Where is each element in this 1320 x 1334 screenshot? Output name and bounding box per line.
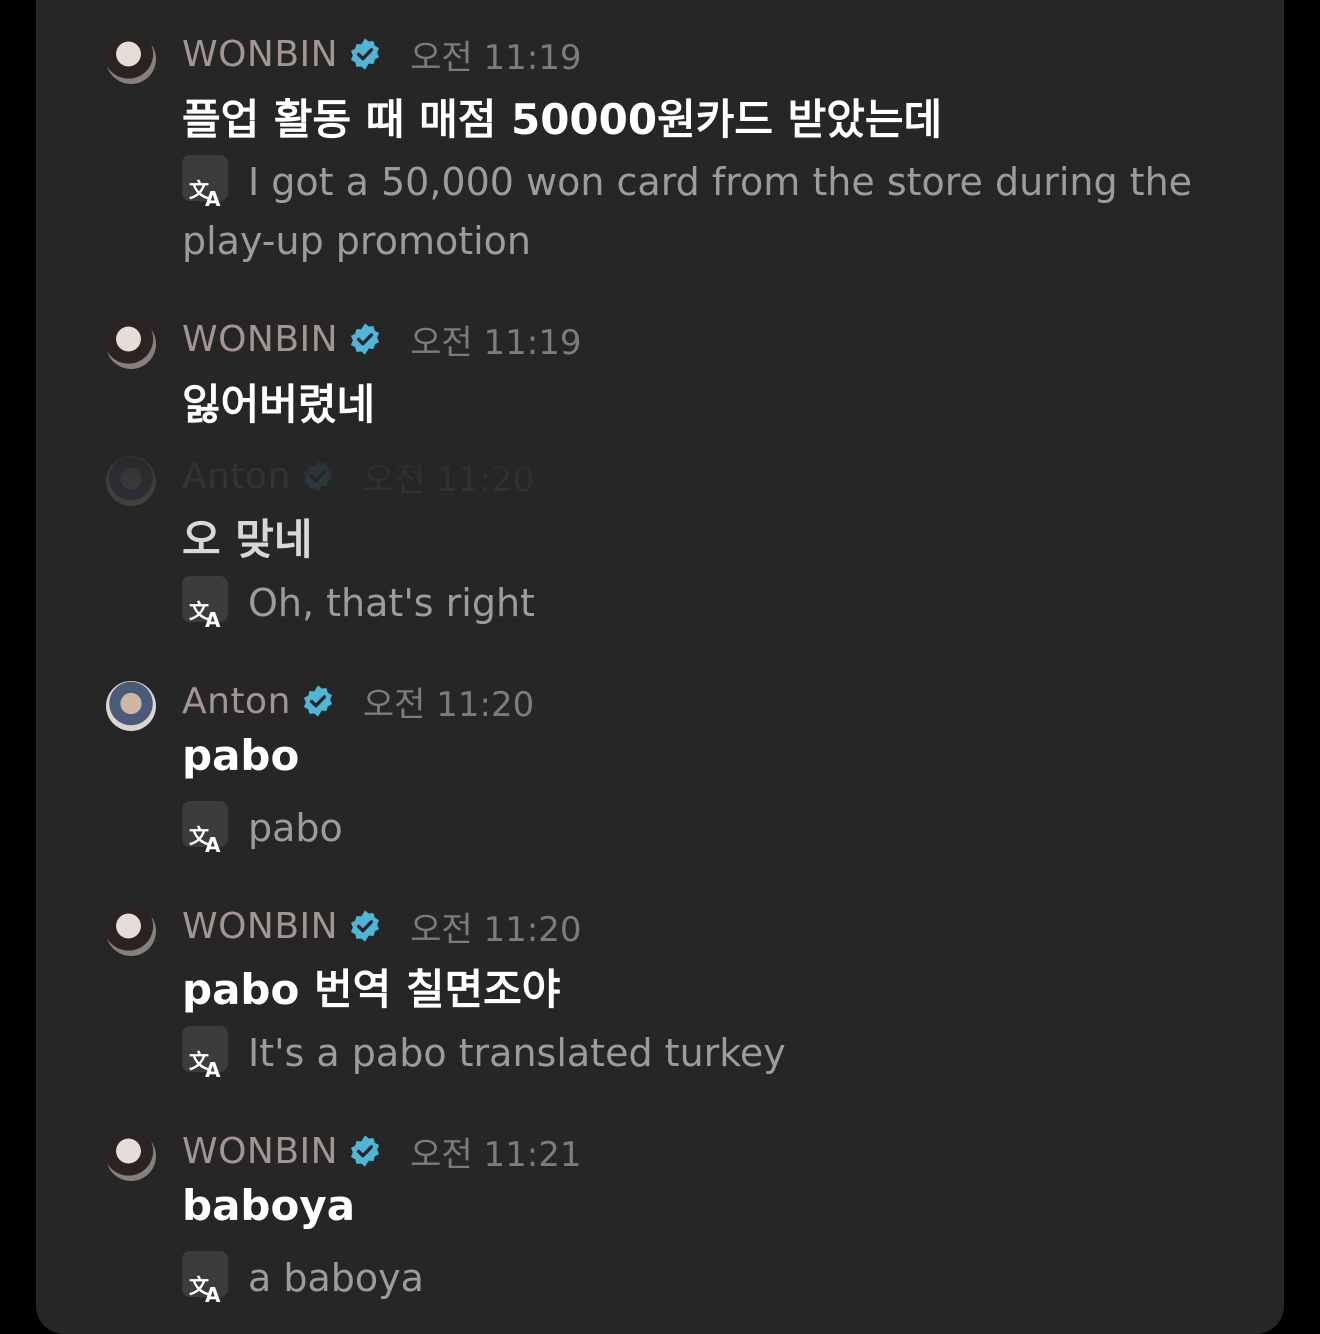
timestamp: 오전 11:19 (410, 322, 582, 363)
avatar[interactable] (106, 34, 156, 84)
message-header: Anton 오전 11:20 (182, 454, 535, 500)
message-text: pabo 번역 칠면조야 (182, 965, 561, 1014)
timestamp: 오전 11:20 (362, 459, 535, 500)
verified-badge-icon (303, 685, 332, 717)
message-text: 오 맞네 (182, 515, 313, 564)
author-name[interactable]: WONBIN (182, 1131, 338, 1172)
author-name[interactable]: Anton (182, 681, 291, 722)
translation: 文 A Oh, that's right (182, 574, 1222, 633)
translation-text: Oh, that's right (248, 581, 535, 625)
translation-text: I got a 50,000 won card from the store d… (182, 160, 1193, 263)
message-header: WONBIN 오전 11:19 (182, 32, 582, 78)
avatar[interactable] (106, 681, 156, 731)
translate-icon[interactable]: 文A (182, 1026, 228, 1082)
timestamp: 오전 11:20 (362, 684, 535, 725)
timestamp: 오전 11:20 (410, 909, 582, 950)
message-text: pabo (182, 731, 300, 780)
verified-badge-icon (351, 910, 380, 942)
message-text: 잃어버렸네 (182, 380, 376, 429)
avatar[interactable] (106, 456, 156, 506)
timestamp: 오전 11:21 (410, 1134, 582, 1175)
avatar[interactable] (106, 1131, 156, 1181)
message-header: Anton 오전 11:20 (182, 679, 535, 725)
translation: 文A a baboya (182, 1249, 1222, 1308)
message-text: 플업 활동 때 매점 50000원카드 받았는데 (182, 95, 943, 144)
verified-badge-icon (351, 1135, 380, 1167)
avatar[interactable] (106, 906, 156, 956)
timestamp: 오전 11:19 (410, 37, 582, 78)
message-header: WONBIN 오전 11:20 (182, 904, 582, 950)
translate-icon[interactable]: 文A (182, 155, 228, 211)
author-name[interactable]: WONBIN (182, 906, 338, 947)
translate-icon[interactable]: 文A (182, 576, 228, 632)
author-name[interactable]: WONBIN (182, 319, 338, 360)
message-text: baboya (182, 1181, 356, 1230)
translation-text: It's a pabo translated turkey (248, 1031, 786, 1075)
author-name[interactable]: Anton (182, 456, 291, 497)
chat-panel-top: WONBIN 오전 11:19 플업 활동 때 매점 50000원카드 받았는데… (36, 0, 1284, 436)
translate-icon[interactable]: 文A (182, 1251, 228, 1307)
verified-badge-icon (303, 460, 332, 492)
translate-icon[interactable]: 文A (182, 801, 228, 857)
verified-badge-icon (351, 38, 380, 70)
avatar[interactable] (106, 319, 156, 369)
translation: 文 A pabo (182, 799, 1222, 858)
translation: 文 A It's a pabo translated turkey (182, 1024, 1222, 1083)
translation: 文AI got a 50,000 won card from the store… (182, 153, 1222, 271)
verified-badge-icon (351, 323, 380, 355)
chat-panel-bottom: Anton 오전 11:20 오 맞네 文 A Oh, that's right A… (36, 436, 1284, 1334)
message-header: WONBIN 오전 11:21 (182, 1129, 582, 1175)
message-header: WONBIN 오전 11:19 (182, 317, 582, 363)
author-name[interactable]: WONBIN (182, 34, 338, 75)
translation-text: pabo (248, 806, 343, 850)
translation-text: a baboya (248, 1256, 424, 1300)
